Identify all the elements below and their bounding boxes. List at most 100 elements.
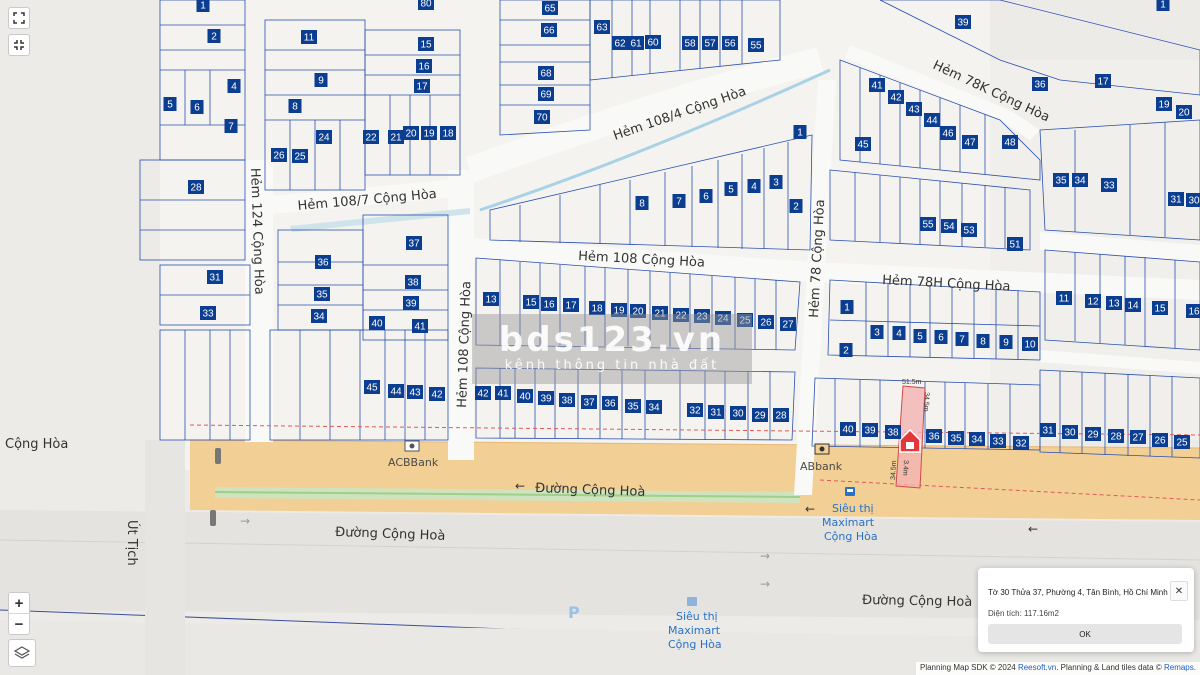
lot-number-badge[interactable]: 14 (1125, 298, 1141, 312)
lot-number-badge[interactable]: 45 (364, 380, 380, 394)
lot-number-badge[interactable]: 28 (773, 408, 789, 422)
lot-number-badge[interactable]: 8 (288, 99, 302, 113)
lot-number-badge[interactable]: 53 (961, 223, 977, 237)
lot-number-badge[interactable]: 13 (1106, 296, 1122, 310)
lot-number-badge[interactable]: 28 (188, 180, 204, 194)
lot-number-badge[interactable]: 12 (1085, 294, 1101, 308)
lot-number-badge[interactable]: 32 (1013, 436, 1029, 450)
lot-number-badge[interactable]: 2 (789, 199, 803, 213)
lot-number-badge[interactable]: 41 (869, 78, 885, 92)
zoom-in-button[interactable]: + (9, 593, 29, 613)
lot-number-badge[interactable]: 69 (538, 87, 554, 101)
lot-number-badge[interactable]: 6 (190, 100, 204, 114)
lot-number-badge[interactable]: 36 (1032, 77, 1048, 91)
lot-number-badge[interactable]: 42 (429, 387, 445, 401)
lot-number-badge[interactable]: 4 (892, 326, 906, 340)
lot-number-badge[interactable]: 62 (612, 36, 628, 50)
layers-button[interactable] (8, 639, 36, 667)
lot-number-badge[interactable]: 38 (885, 425, 901, 439)
lot-number-badge[interactable]: 37 (406, 236, 422, 250)
lot-number-badge[interactable]: 47 (962, 135, 978, 149)
lot-number-badge[interactable]: 42 (888, 90, 904, 104)
lot-number-badge[interactable]: 15 (523, 295, 539, 309)
lot-number-badge[interactable]: 29 (1085, 427, 1101, 441)
lot-number-badge[interactable]: 33 (990, 434, 1006, 448)
lot-number-badge[interactable]: 7 (955, 332, 969, 346)
lot-number-badge[interactable]: 4 (227, 79, 241, 93)
lot-number-badge[interactable]: 44 (388, 384, 404, 398)
lot-number-badge[interactable]: 46 (940, 126, 956, 140)
lot-number-badge[interactable]: 31 (1168, 192, 1184, 206)
lot-number-badge[interactable]: 40 (517, 389, 533, 403)
lot-number-badge[interactable]: 31 (708, 405, 724, 419)
lot-number-badge[interactable]: 1 (196, 0, 210, 12)
lot-number-badge[interactable]: 19 (1156, 97, 1172, 111)
lot-number-badge[interactable]: 2 (207, 29, 221, 43)
lot-number-badge[interactable]: 41 (495, 386, 511, 400)
popup-ok-button[interactable]: OK (988, 624, 1182, 644)
lot-number-badge[interactable]: 8 (635, 196, 649, 210)
lot-number-badge[interactable]: 65 (542, 1, 558, 15)
lot-number-badge[interactable]: 13 (483, 292, 499, 306)
lot-number-badge[interactable]: 29 (752, 408, 768, 422)
lot-number-badge[interactable]: 36 (602, 396, 618, 410)
lot-number-badge[interactable]: 30 (730, 406, 746, 420)
lot-number-badge[interactable]: 3 (769, 175, 783, 189)
lot-number-badge[interactable]: 18 (589, 301, 605, 315)
lot-number-badge[interactable]: 35 (314, 287, 330, 301)
lot-number-badge[interactable]: 5 (724, 182, 738, 196)
lot-number-badge[interactable]: 38 (559, 393, 575, 407)
lot-number-badge[interactable]: 54 (941, 219, 957, 233)
lot-number-badge[interactable]: 17 (1095, 74, 1111, 88)
lot-number-badge[interactable]: 8 (976, 334, 990, 348)
lot-number-badge[interactable]: 55 (920, 217, 936, 231)
lot-number-badge[interactable]: 44 (924, 113, 940, 127)
lot-number-badge[interactable]: 80 (418, 0, 434, 10)
lot-number-badge[interactable]: 36 (926, 429, 942, 443)
lot-number-badge[interactable]: 6 (934, 330, 948, 344)
lot-number-badge[interactable]: 43 (407, 385, 423, 399)
lot-number-badge[interactable]: 20 (403, 126, 419, 140)
attribution-remaps-link[interactable]: Remaps (1164, 663, 1194, 672)
lot-number-badge[interactable]: 45 (855, 137, 871, 151)
lot-number-badge[interactable]: 34 (969, 432, 985, 446)
lot-number-badge[interactable]: 43 (906, 102, 922, 116)
lot-number-badge[interactable]: 27 (1130, 430, 1146, 444)
lot-number-badge[interactable]: 35 (625, 399, 641, 413)
lot-number-badge[interactable]: 58 (682, 36, 698, 50)
lot-number-badge[interactable]: 41 (412, 319, 428, 333)
lot-number-badge[interactable]: 7 (224, 119, 238, 133)
zoom-out-button[interactable]: − (9, 613, 29, 634)
fit-bounds-button[interactable] (8, 34, 30, 56)
lot-number-badge[interactable]: 35 (1053, 173, 1069, 187)
lot-number-badge[interactable]: 33 (200, 306, 216, 320)
lot-number-badge[interactable]: 2 (839, 343, 853, 357)
lot-number-badge[interactable]: 22 (363, 130, 379, 144)
lot-number-badge[interactable]: 31 (207, 270, 223, 284)
lot-number-badge[interactable]: 30 (1186, 193, 1200, 207)
lot-number-badge[interactable]: 37 (581, 395, 597, 409)
lot-number-badge[interactable]: 36 (315, 255, 331, 269)
lot-number-badge[interactable]: 5 (163, 97, 177, 111)
lot-number-badge[interactable]: 1 (1156, 0, 1170, 11)
lot-number-badge[interactable]: 19 (421, 126, 437, 140)
lot-number-badge[interactable]: 63 (594, 20, 610, 34)
lot-number-badge[interactable]: 42 (475, 386, 491, 400)
lot-number-badge[interactable]: 35 (948, 431, 964, 445)
lot-number-badge[interactable]: 16 (1186, 304, 1200, 318)
lot-number-badge[interactable]: 1 (793, 125, 807, 139)
lot-number-badge[interactable]: 7 (672, 194, 686, 208)
lot-number-badge[interactable]: 21 (388, 130, 404, 144)
lot-number-badge[interactable]: 34 (311, 309, 327, 323)
lot-number-badge[interactable]: 4 (747, 179, 761, 193)
lot-number-badge[interactable]: 6 (699, 189, 713, 203)
lot-number-badge[interactable]: 34 (646, 400, 662, 414)
lot-number-badge[interactable]: 24 (316, 130, 332, 144)
lot-number-badge[interactable]: 39 (403, 296, 419, 310)
lot-number-badge[interactable]: 60 (645, 35, 661, 49)
lot-number-badge[interactable]: 61 (628, 36, 644, 50)
lot-number-badge[interactable]: 70 (534, 110, 550, 124)
lot-number-badge[interactable]: 48 (1002, 135, 1018, 149)
lot-number-badge[interactable]: 11 (1056, 291, 1072, 305)
lot-number-badge[interactable]: 40 (369, 316, 385, 330)
